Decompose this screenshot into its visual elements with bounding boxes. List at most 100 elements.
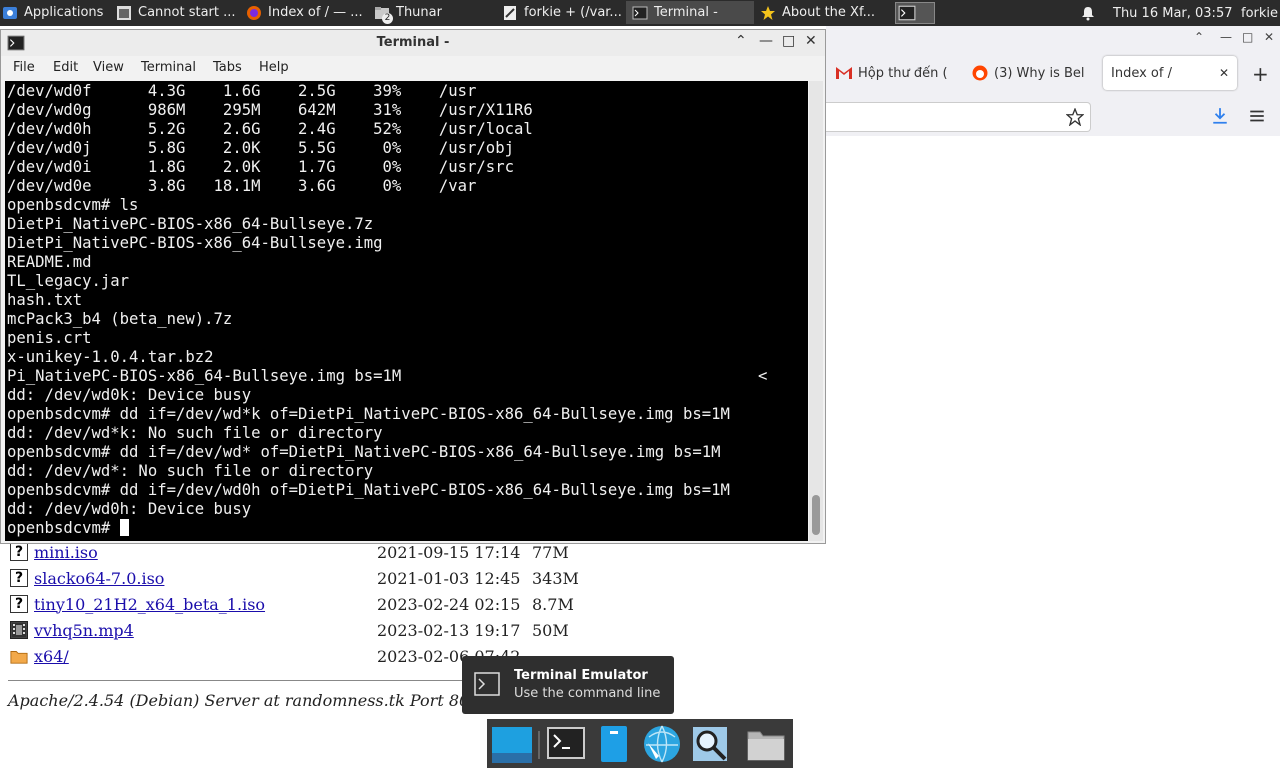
file-date: 2021-01-03 12:45 [377, 568, 521, 588]
top-panel: Applications Cannot start ... Index of /… [0, 0, 1280, 26]
folder-icon: 2 [374, 5, 393, 24]
menu-file[interactable]: File [13, 60, 35, 75]
terminal-launcher[interactable] [545, 723, 587, 765]
taskbar-item-cannot-start[interactable]: Cannot start ... [110, 1, 240, 24]
close-tab-icon[interactable]: ✕ [1219, 66, 1229, 80]
tab-index-of[interactable]: Index of / ✕ [1103, 56, 1237, 90]
minimize-button[interactable]: ⌃ [1194, 30, 1204, 44]
terminal-line: /dev/wd0i 1.8G 2.0K 1.7G 0% /usr/src [7, 158, 514, 176]
browser-window: ⌃ — □ ✕ Hộp thư đến ( (3) Why is Bel Ind… [826, 26, 1280, 768]
terminal-titlebar[interactable]: Terminal - ⌃ — □ ✕ [1, 30, 825, 56]
list-item: ? slacko64-7.0.iso 2021-01-03 12:45 343M [10, 566, 579, 590]
terminal-line: hash.txt [7, 291, 83, 309]
menu-terminal[interactable]: Terminal [141, 60, 196, 75]
close-window-button[interactable]: ✕ [805, 33, 817, 49]
page-content [826, 136, 1280, 768]
maximize-button[interactable]: □ [1242, 30, 1253, 44]
star-icon [761, 5, 775, 20]
terminal-line: /dev/wd0e 3.8G 18.1M 3.6G 0% /var [7, 177, 477, 195]
terminal-line: penis.crt [7, 329, 92, 347]
text-cursor [119, 519, 129, 536]
close-window-button[interactable]: ✕ [1264, 30, 1274, 44]
terminal-menubar: File Edit View Terminal Tabs Help [1, 56, 825, 80]
tab-reddit[interactable]: (3) Why is Bel [972, 56, 1098, 90]
new-tab-button[interactable]: + [1252, 62, 1269, 86]
taskbar-item-thunar[interactable]: 2 Thunar [368, 1, 496, 24]
terminal-screen[interactable]: /dev/wd0f 4.3G 1.6G 2.5G 39% /usr /dev/w… [5, 81, 808, 541]
applications-label: Applications [24, 5, 104, 20]
terminal-line: dd: /dev/wd0h: Device busy [7, 500, 252, 518]
notification-bell[interactable] [1080, 0, 1096, 26]
tab-label: Hộp thư đến ( [858, 65, 948, 81]
downloads-icon[interactable] [1211, 107, 1229, 125]
dock [487, 719, 793, 768]
clock[interactable]: Thu 16 Mar, 03:57 [1113, 0, 1232, 26]
terminal-window: Terminal - ⌃ — □ ✕ File Edit View Termin… [0, 29, 826, 544]
minimize-button[interactable]: — [1220, 30, 1232, 44]
desktop-icon [492, 727, 532, 763]
terminal-line: /dev/wd0f 4.3G 1.6G 2.5G 39% /usr [7, 82, 477, 100]
menu-view[interactable]: View [93, 60, 124, 75]
hamburger-menu-icon[interactable] [1248, 107, 1266, 125]
workspace-switcher[interactable] [895, 2, 935, 24]
terminal-icon [474, 672, 500, 696]
taskbar-label: Cannot start ... [138, 5, 236, 20]
terminal-icon [898, 5, 916, 21]
terminal-line: dd: /dev/wd*: No such file or directory [7, 462, 374, 480]
user-menu[interactable]: forkie [1241, 0, 1278, 26]
firefox-icon [247, 5, 261, 20]
unknown-file-icon: ? [10, 569, 28, 587]
file-link[interactable]: tiny10_21H2_x64_beta_1.iso [34, 595, 265, 614]
maximize-button[interactable]: □ [782, 33, 795, 49]
file-manager-launcher[interactable] [593, 723, 635, 765]
terminal-line: Pi_NativePC-BIOS-x86_64-Bullseye.img bs=… [7, 367, 768, 385]
window-title: Terminal - [376, 35, 450, 50]
app-finder-icon [693, 727, 727, 761]
taskbar-item-index-of[interactable]: Index of / — ... [240, 1, 368, 24]
terminal-line: /dev/wd0g 986M 295M 642M 31% /usr/X11R6 [7, 101, 533, 119]
video-file-icon [10, 621, 28, 639]
terminal-prompt-line: openbsdcvm# [7, 519, 129, 538]
taskbar-label: Terminal - [654, 5, 718, 20]
tooltip-title: Terminal Emulator [514, 668, 648, 683]
menu-tabs[interactable]: Tabs [213, 60, 242, 75]
folder-icon [10, 647, 28, 665]
taskbar-label: Thunar [396, 5, 442, 20]
menu-edit[interactable]: Edit [53, 60, 78, 75]
bookmark-star-icon[interactable] [1066, 108, 1084, 126]
web-browser-launcher[interactable] [641, 723, 683, 765]
list-item: x64/ 2023-02-06 07:42 - [10, 644, 537, 668]
tab-label: Index of / [1111, 65, 1172, 81]
taskbar-item-about-xfce[interactable]: About the Xf... [754, 1, 888, 24]
terminal-line: TL_legacy.jar [7, 272, 130, 290]
list-item: ? tiny10_21H2_x64_beta_1.iso 2023-02-24 … [10, 592, 574, 616]
file-link[interactable]: x64/ [34, 647, 69, 666]
reddit-icon [972, 65, 988, 81]
taskbar-item-forkie[interactable]: forkie + (/var... [496, 1, 626, 24]
divider [8, 680, 468, 681]
dock-separator [538, 731, 540, 759]
shade-button[interactable]: ⌃ [735, 33, 747, 49]
terminal-line: openbsdcvm# dd if=/dev/wd*k of=DietPi_Na… [7, 405, 730, 423]
terminal-line: DietPi_NativePC-BIOS-x86_64-Bullseye.7z [7, 215, 374, 233]
app-finder-launcher[interactable] [689, 723, 731, 765]
file-size: 50M [532, 620, 569, 640]
terminal-line: dd: /dev/wd0k: Device busy [7, 386, 252, 404]
home-folder-launcher[interactable] [745, 723, 787, 765]
terminal-line: openbsdcvm# dd if=/dev/wd* of=DietPi_Nat… [7, 443, 721, 461]
menu-help[interactable]: Help [259, 60, 289, 75]
web-browser-icon [644, 725, 680, 763]
terminal-scrollbar[interactable] [809, 81, 823, 541]
tab-gmail[interactable]: Hộp thư đến ( [836, 56, 962, 90]
taskbar-item-terminal[interactable]: Terminal - [626, 1, 754, 24]
minimize-button[interactable]: — [759, 33, 773, 49]
unknown-file-icon: ? [10, 543, 28, 561]
show-desktop-button[interactable] [491, 723, 533, 765]
scrollbar-thumb[interactable] [812, 495, 820, 535]
applications-menu[interactable]: Applications [0, 1, 110, 24]
url-bar[interactable] [826, 102, 1091, 132]
xfce-logo-icon [3, 6, 17, 19]
file-link[interactable]: mini.iso [34, 543, 98, 562]
file-link[interactable]: vvhq5n.mp4 [34, 621, 134, 640]
file-link[interactable]: slacko64-7.0.iso [34, 569, 164, 588]
